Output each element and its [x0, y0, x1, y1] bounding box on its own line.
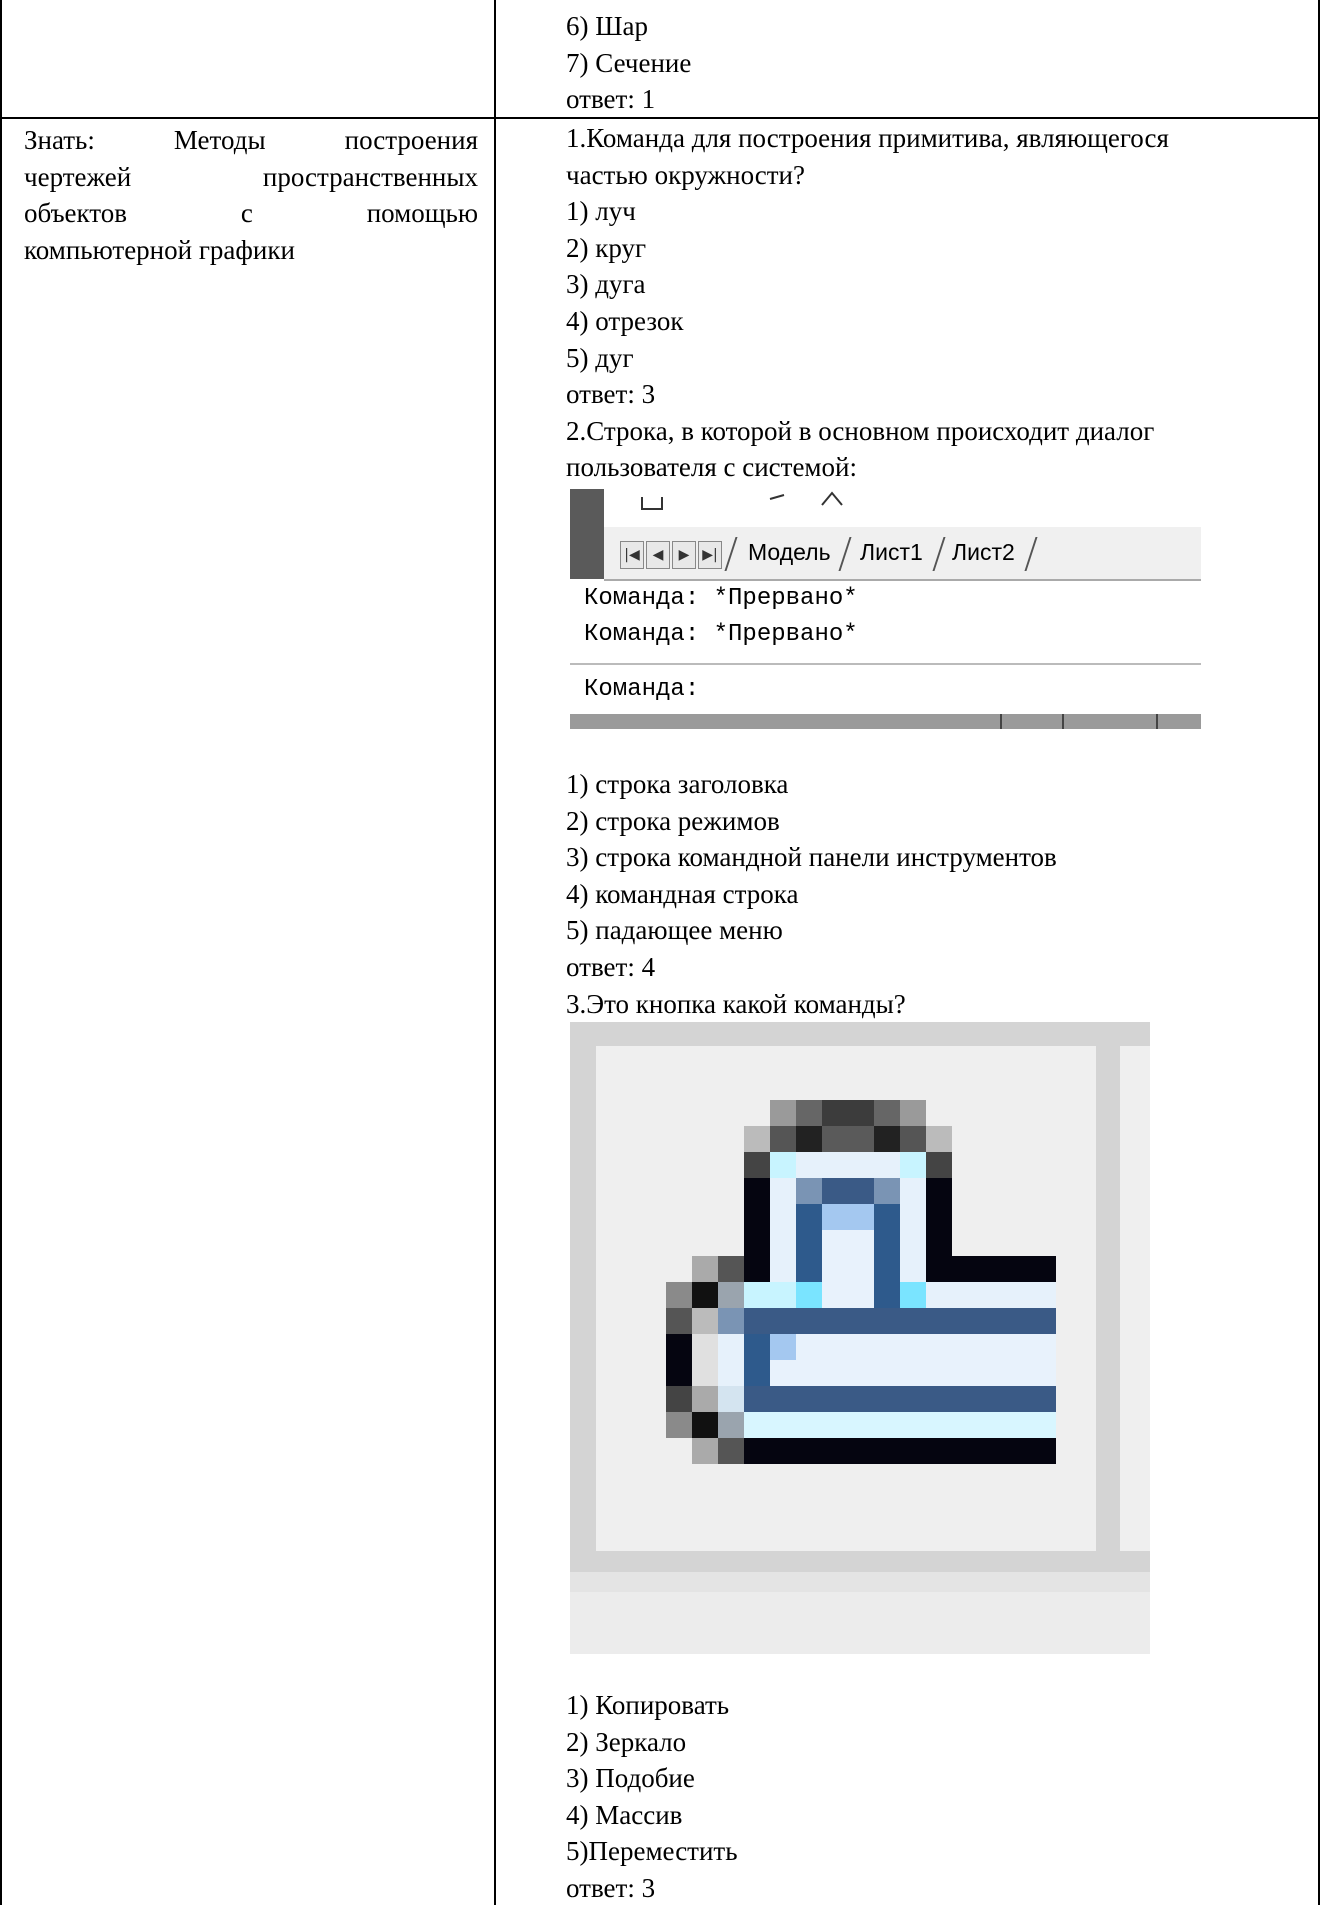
command-history-line: Команда: *Прервано* — [584, 585, 858, 612]
tab-sheet1[interactable]: Лист1 — [860, 539, 923, 566]
offset-command-icon — [570, 1022, 1150, 1654]
question-title: 2.Строка, в которой в основном происходи… — [566, 415, 1155, 446]
option: 4) командная строка — [566, 878, 799, 909]
option: 3) строка командной панели инструментов — [566, 842, 1057, 873]
tab-separator — [932, 537, 946, 571]
layout-tabs-bar: |◀ ◀ ▶ ▶| Модель Лист1 Лист2 — [604, 527, 1201, 581]
command-input-line[interactable]: Команда: — [584, 676, 699, 703]
option: 5) дуг — [566, 342, 634, 373]
command-divider — [570, 663, 1201, 665]
competence-line: чертежей пространственных — [24, 161, 478, 192]
option: 6) Шар — [566, 11, 648, 41]
tab-model[interactable]: Модель — [748, 539, 831, 566]
answer: ответ: 1 — [566, 84, 656, 115]
command-history-line: Команда: *Прервано* — [584, 621, 858, 648]
table-right-border — [1318, 0, 1320, 1905]
command-line-screenshot: |◀ ◀ ▶ ▶| Модель Лист1 Лист2 Команда: *П… — [570, 489, 1201, 729]
table-left-border — [0, 0, 2, 1905]
table-column-divider — [494, 0, 496, 1905]
question-title: 1.Команда для построения примитива, явля… — [566, 123, 1169, 153]
answer: ответ: 3 — [566, 379, 656, 410]
tab-separator — [838, 537, 852, 571]
competence-line: объектов с помощью — [24, 198, 478, 229]
last-icon[interactable]: ▶| — [698, 541, 722, 569]
left-frame-bar — [570, 489, 604, 579]
answer: ответ: 3 — [566, 1872, 656, 1903]
option: 3) дуга — [566, 269, 646, 300]
drawing-fragment-icon — [641, 491, 843, 510]
competence-line: Знать: Методы построения — [24, 125, 478, 155]
question-2-options: 1) строка заголовка 2) строка режимов 3)… — [566, 766, 1057, 1022]
question-1: 1.Команда для построения примитива, явля… — [566, 120, 1169, 486]
option: 2) круг — [566, 232, 647, 263]
question-title-cont: частью окружности? — [566, 159, 805, 190]
option: 2) Зеркало — [566, 1726, 687, 1757]
option: 2) строка режимов — [566, 805, 780, 836]
option: 3) Подобие — [566, 1763, 695, 1794]
question-title-cont: пользователя с системой: — [566, 452, 857, 483]
top-row-content: 6) Шар 7) Сечение ответ: 1 — [566, 8, 691, 118]
option: 1) строка заголовка — [566, 769, 789, 799]
competence-line: компьютерной графики — [24, 234, 295, 265]
option: 4) Массив — [566, 1799, 683, 1830]
option: 1) луч — [566, 196, 636, 227]
option: 5)Переместить — [566, 1836, 738, 1867]
tab-separator — [724, 537, 738, 571]
option: 1) Копировать — [566, 1690, 730, 1720]
option: 5) падающее меню — [566, 915, 783, 946]
question-3-options: 1) Копировать 2) Зеркало 3) Подобие 4) М… — [566, 1687, 738, 1907]
first-icon[interactable]: |◀ — [620, 541, 644, 569]
option: 4) отрезок — [566, 305, 684, 336]
competence-cell: Знать: Методы построения чертежей простр… — [24, 122, 478, 268]
tab-sheet2[interactable]: Лист2 — [952, 539, 1015, 566]
option: 7) Сечение — [566, 47, 692, 78]
question-title: 3.Это кнопка какой команды? — [566, 988, 906, 1019]
status-bar — [570, 714, 1201, 729]
prev-icon[interactable]: ◀ — [646, 541, 670, 569]
tab-separator — [1024, 537, 1038, 571]
answer: ответ: 4 — [566, 951, 656, 982]
next-icon[interactable]: ▶ — [672, 541, 696, 569]
drawing-area-strip — [570, 489, 1201, 527]
